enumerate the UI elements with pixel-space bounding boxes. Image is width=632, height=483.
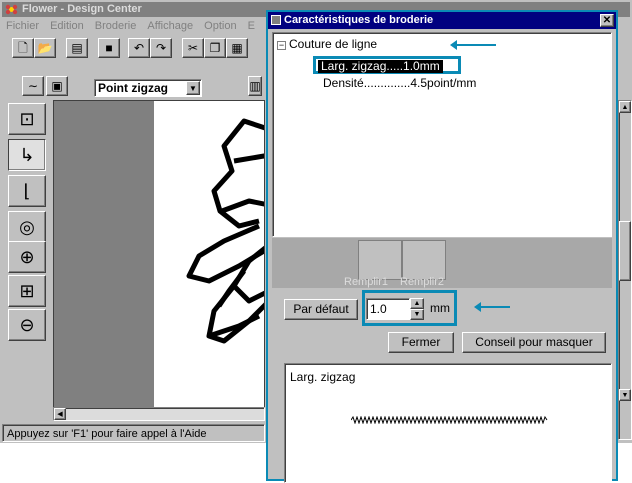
stitch-pattern-icon[interactable]: ▥: [248, 76, 262, 96]
save-icon[interactable]: ■: [98, 38, 120, 58]
annotation-arrow-tree: [450, 40, 496, 50]
zoom-in-icon[interactable]: ⊕: [8, 241, 46, 273]
pattern-label-remplir1: Remplir1: [344, 276, 389, 288]
flower-app-icon: [5, 4, 18, 15]
hint-button[interactable]: Conseil pour masquer: [462, 332, 606, 353]
close-button[interactable]: Fermer: [388, 332, 454, 353]
properties-tree: − Couture de ligne Larg. zigzag.....1.0m…: [272, 32, 612, 237]
zigzag-preview-line: [351, 416, 548, 424]
stitch-type-select[interactable]: Point zigzag ▼: [94, 79, 202, 97]
dialog-app-icon: [271, 15, 281, 25]
vertical-scrollbar[interactable]: ▲ ▼: [618, 100, 632, 440]
menu-broderie[interactable]: Broderie: [95, 20, 137, 32]
default-button[interactable]: Par défaut: [284, 299, 358, 320]
menu-option[interactable]: Option: [204, 20, 236, 32]
design-canvas[interactable]: [53, 100, 265, 410]
open-folder-icon[interactable]: 📂: [34, 38, 56, 58]
dialog-title: Caractéristiques de broderie: [284, 14, 434, 26]
pattern-swatch-remplir1[interactable]: [358, 240, 402, 280]
app-title: Flower - Design Center: [22, 3, 142, 15]
tree-root-item[interactable]: Couture de ligne: [289, 37, 377, 51]
scroll-left-icon[interactable]: ◀: [54, 408, 66, 420]
region-stitch-tool-icon[interactable]: ⌊: [8, 175, 46, 207]
import-icon[interactable]: ▤: [66, 38, 88, 58]
spin-down-icon[interactable]: ▼: [410, 309, 424, 320]
select-tool-icon[interactable]: ⊡: [8, 103, 46, 135]
line-stitch-tool-icon[interactable]: ↳: [8, 139, 46, 171]
stitch-type-value: Point zigzag: [98, 81, 168, 95]
menu-fichier[interactable]: Fichier: [6, 20, 39, 32]
tree-item-density[interactable]: Densité..............4.5point/mm: [323, 76, 476, 90]
fill-color-icon[interactable]: ▣: [46, 76, 68, 96]
pattern-swatch-remplir2[interactable]: [402, 240, 446, 280]
tree-item-zigzag-width[interactable]: Larg. zigzag.....1.0mm: [318, 60, 443, 73]
close-icon[interactable]: ✕: [600, 14, 614, 27]
undo-icon[interactable]: ↶: [128, 38, 150, 58]
status-text: Appuyez sur 'F1' pour faire appel à l'Ai…: [7, 428, 207, 440]
zoom-out-icon[interactable]: ⊖: [8, 309, 46, 341]
dialog-title-bar: Caractéristiques de broderie ✕: [268, 12, 616, 29]
pattern-label-remplir2: Remplir2: [400, 276, 445, 288]
unit-label: mm: [430, 301, 450, 315]
cut-icon[interactable]: ✂: [182, 38, 204, 58]
embroidery-properties-dialog: Caractéristiques de broderie ✕ − Couture…: [266, 10, 618, 483]
flower-drawing: [186, 118, 264, 344]
shape-tool-icon[interactable]: ◎: [8, 211, 46, 243]
spin-up-icon[interactable]: ▲: [410, 298, 424, 309]
scroll-up-icon[interactable]: ▲: [619, 101, 631, 113]
design-page: [154, 101, 264, 409]
annotation-arrow-spin: [474, 302, 510, 312]
paste-icon[interactable]: ▦: [226, 38, 248, 58]
horizontal-scrollbar[interactable]: ◀: [53, 407, 265, 421]
menu-edition[interactable]: Edition: [50, 20, 84, 32]
fill-patterns-panel: Remplir1 Remplir2: [272, 238, 612, 288]
scroll-thumb[interactable]: [619, 221, 631, 281]
preview-label: Larg. zigzag: [290, 370, 356, 384]
zoom-fit-icon[interactable]: ⊞: [8, 275, 46, 307]
scroll-down-icon[interactable]: ▼: [619, 389, 631, 401]
new-file-icon[interactable]: 🗋: [12, 38, 34, 58]
zigzag-width-input[interactable]: 1.0: [366, 298, 410, 320]
chevron-down-icon[interactable]: ▼: [186, 81, 200, 95]
redo-icon[interactable]: ↷: [150, 38, 172, 58]
status-bar: Appuyez sur 'F1' pour faire appel à l'Ai…: [2, 424, 265, 442]
copy-icon[interactable]: ❐: [204, 38, 226, 58]
menu-affichage[interactable]: Affichage: [147, 20, 193, 32]
line-color-icon[interactable]: ∼: [22, 76, 44, 96]
collapse-icon[interactable]: −: [277, 41, 286, 50]
tool-palette: ⊡ ↳ ⌊ ◎ ⊕ ⊞ ⊖: [8, 103, 48, 343]
stitch-preview: Larg. zigzag: [284, 363, 612, 483]
menu-e[interactable]: E: [248, 20, 255, 32]
